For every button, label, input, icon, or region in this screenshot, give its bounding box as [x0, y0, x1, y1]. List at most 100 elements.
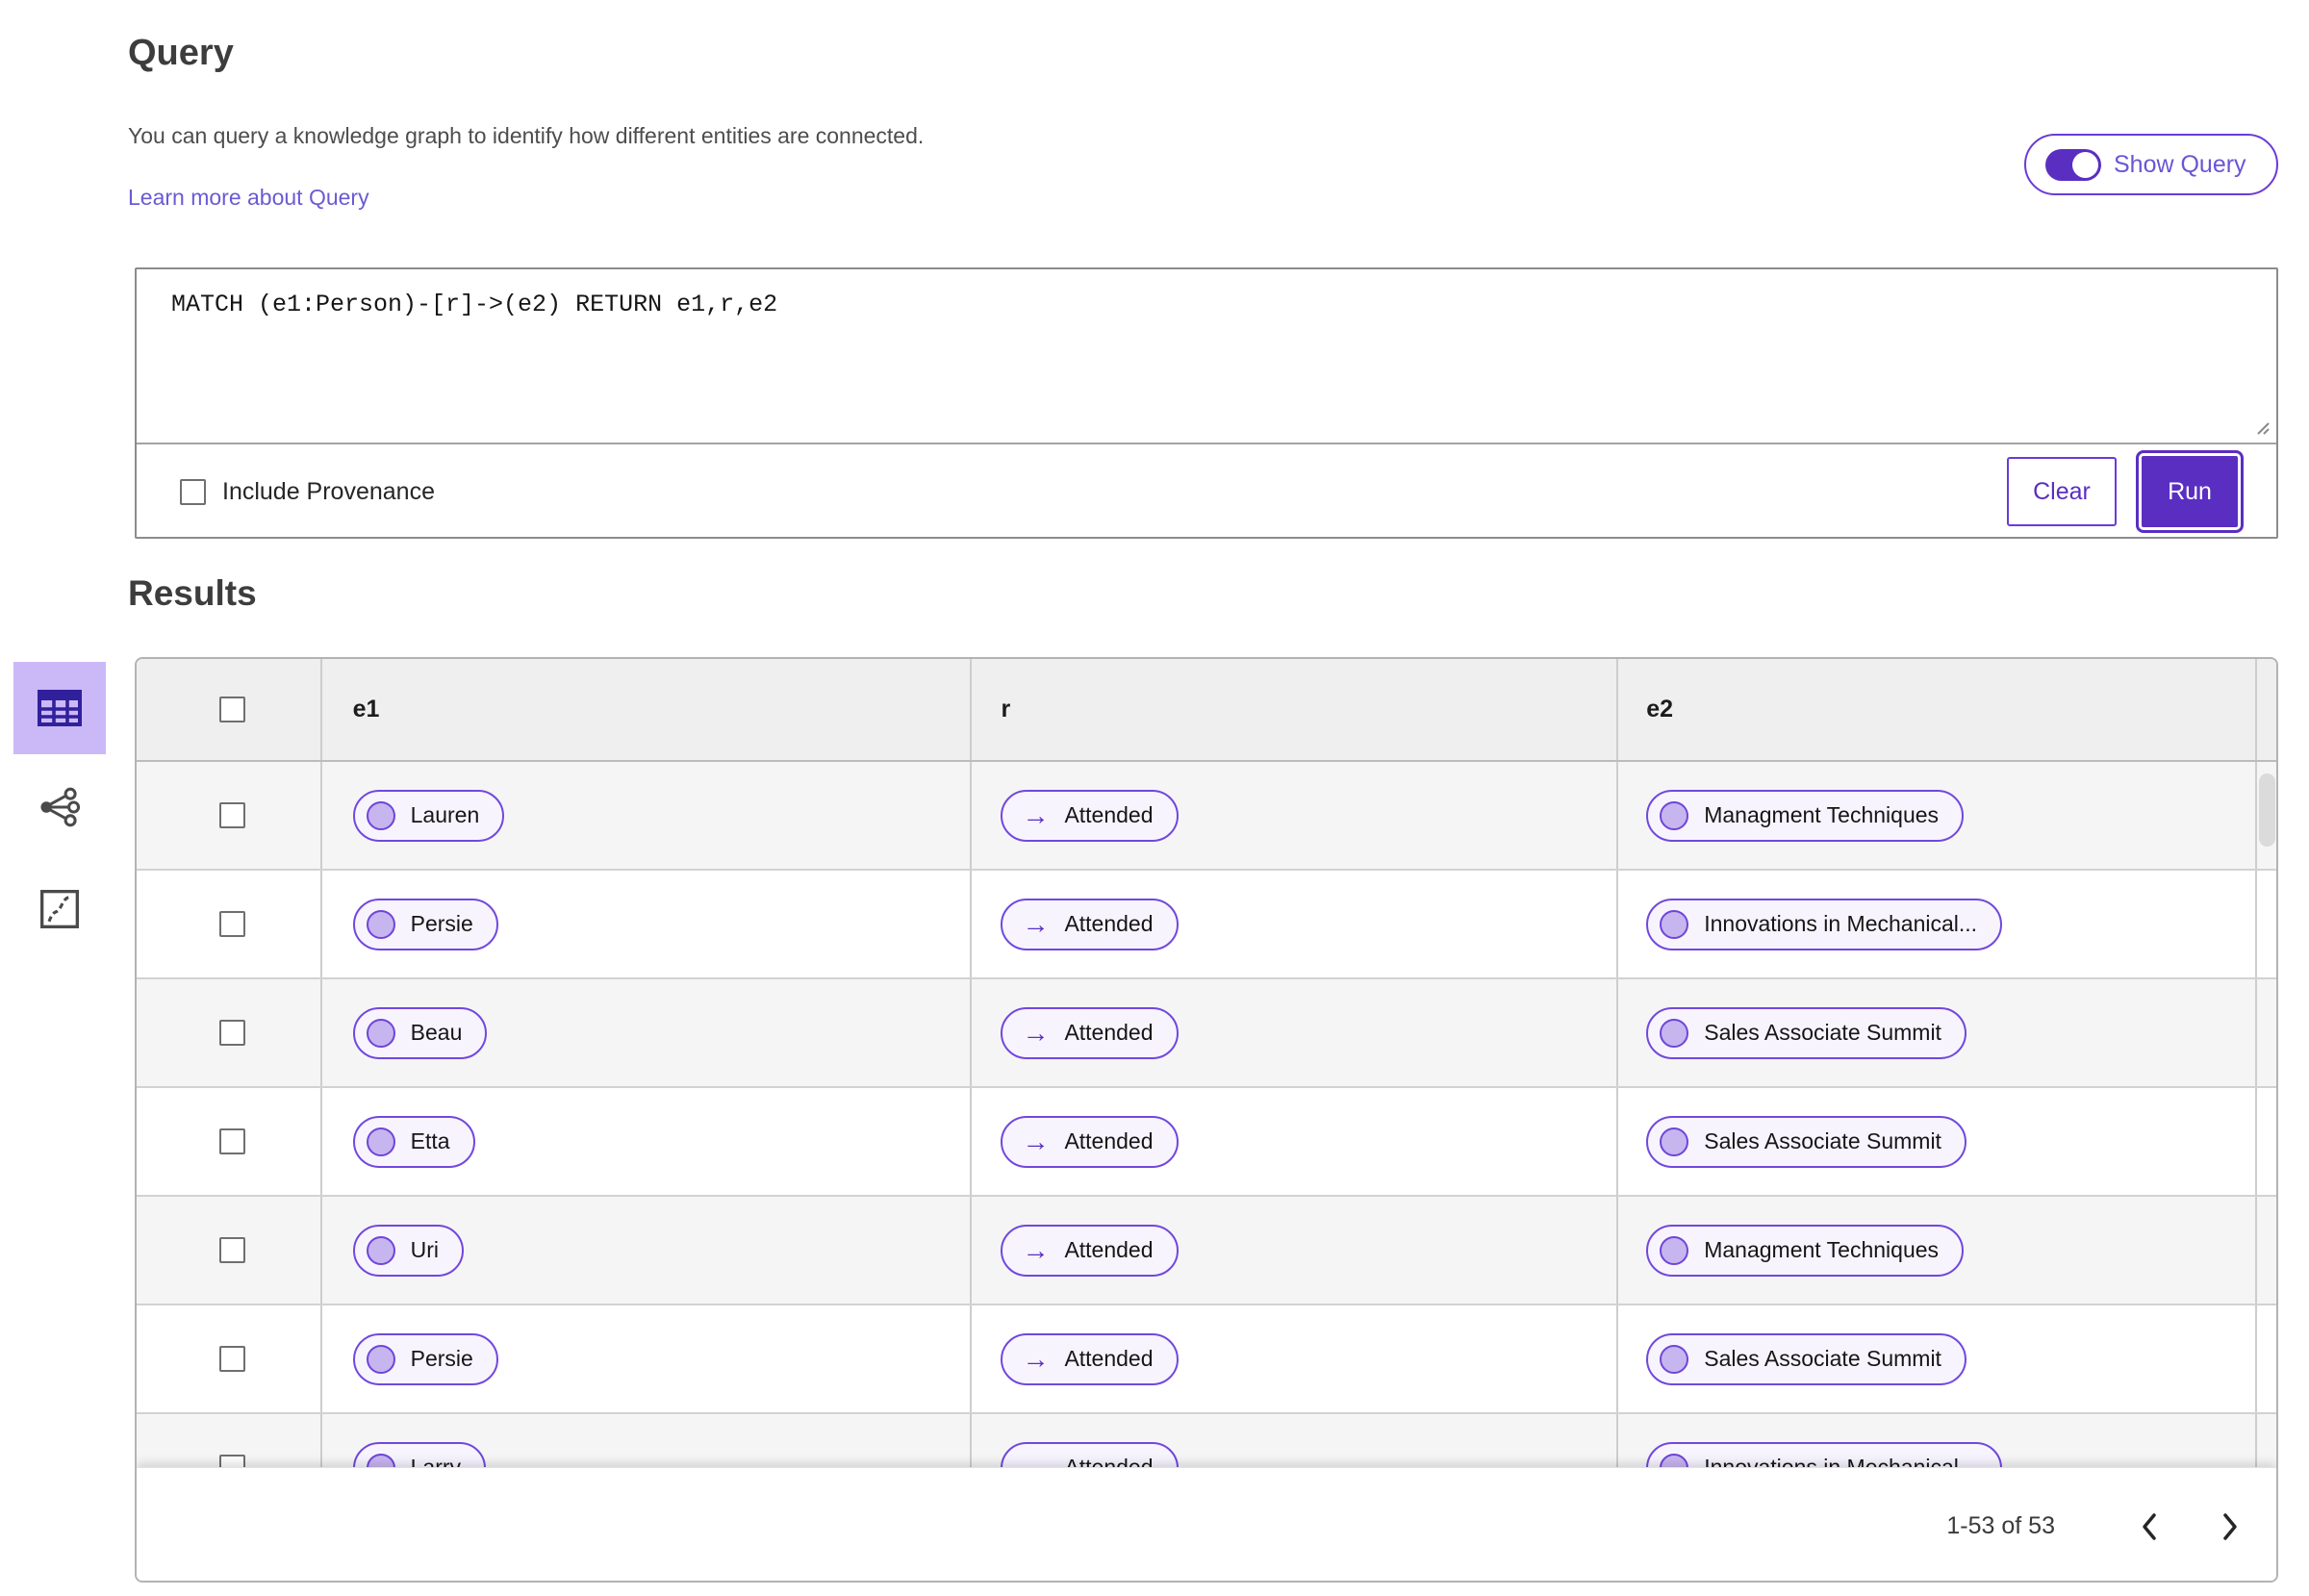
entity-label: Persie [410, 1346, 473, 1371]
entity-label: Managment Techniques [1704, 802, 1940, 827]
row-checkbox[interactable] [219, 1128, 245, 1154]
row-checkbox[interactable] [219, 1346, 245, 1372]
row-checkbox[interactable] [219, 802, 245, 828]
relation-pill[interactable]: → Attended [1001, 1115, 1179, 1168]
entity-pill[interactable]: Beau [352, 1006, 488, 1059]
row-checkbox[interactable] [219, 1020, 245, 1046]
entity-label: Uri [410, 1237, 440, 1262]
relation-arrow-icon: → [1022, 908, 1050, 939]
page-description: You can query a knowledge graph to ident… [128, 123, 925, 148]
relation-label: Attended [1064, 1128, 1154, 1153]
entity-label: Sales Associate Summit [1704, 1128, 1941, 1153]
table-row: Beau → Attended Sales Associate Summit [137, 979, 2276, 1088]
entity-node-icon [366, 800, 395, 830]
query-panel-footer: Include Provenance Clear Run [137, 444, 2276, 539]
entity-pill[interactable]: Sales Associate Summit [1646, 1115, 1966, 1168]
table-body: Lauren → Attended Managment Techniques Pe… [137, 762, 2276, 1467]
entity-label: Innovations in Mechanical... [1704, 911, 1978, 936]
entity-pill[interactable]: Innovations in Mechanical... [1646, 1441, 2003, 1467]
entity-node-icon [1660, 1127, 1689, 1156]
scrollbar-thumb[interactable] [2259, 773, 2275, 847]
results-table: e1 r e2 Lauren → Attended Managment Techn… [135, 657, 2278, 1583]
entity-pill[interactable]: Uri [352, 1224, 465, 1277]
entity-pill[interactable]: Sales Associate Summit [1646, 1332, 1966, 1385]
chevron-right-icon [2223, 1512, 2237, 1540]
table-header-row: e1 r e2 [137, 659, 2276, 762]
entity-label: Sales Associate Summit [1704, 1346, 1941, 1371]
table-row: Larry → Attended Innovations in Mechanica… [137, 1414, 2276, 1467]
relation-arrow-icon: → [1022, 799, 1050, 830]
pagination-range: 1-53 of 53 [1946, 1512, 2055, 1539]
entity-pill[interactable]: Managment Techniques [1646, 1224, 1965, 1277]
show-query-label: Show Query [2114, 150, 2246, 178]
resize-grip-icon[interactable] [2250, 416, 2271, 437]
relation-pill[interactable]: → Attended [1001, 1441, 1179, 1467]
select-all-checkbox[interactable] [219, 697, 245, 722]
relation-pill[interactable]: → Attended [1001, 898, 1179, 950]
entity-label: Managment Techniques [1704, 1237, 1940, 1262]
relation-pill[interactable]: → Attended [1001, 1332, 1179, 1385]
relation-pill[interactable]: → Attended [1001, 1224, 1179, 1277]
table-row: Etta → Attended Sales Associate Summit [137, 1088, 2276, 1197]
relation-label: Attended [1064, 1346, 1154, 1371]
next-page-button[interactable] [2209, 1506, 2251, 1548]
chevron-left-icon [2143, 1512, 2156, 1540]
entity-pill[interactable]: Larry [352, 1441, 487, 1467]
relation-label: Attended [1064, 1020, 1154, 1045]
relation-arrow-icon: → [1022, 1234, 1050, 1265]
relation-arrow-icon: → [1022, 1343, 1050, 1374]
column-header-e1[interactable]: e1 [353, 696, 380, 723]
entity-pill[interactable]: Sales Associate Summit [1646, 1006, 1966, 1059]
row-checkbox[interactable] [219, 1455, 245, 1467]
entity-node-icon [366, 1344, 395, 1374]
run-button[interactable]: Run [2136, 450, 2244, 533]
network-view-button[interactable] [13, 761, 106, 853]
entity-pill[interactable]: Persie [352, 898, 498, 950]
include-provenance-checkbox[interactable] [180, 478, 206, 505]
entity-node-icon [1660, 1344, 1689, 1374]
query-input[interactable]: MATCH (e1:Person)-[r]->(e2) RETURN e1,r,… [171, 291, 2238, 425]
clear-button[interactable]: Clear [2007, 457, 2117, 526]
relation-pill[interactable]: → Attended [1001, 789, 1179, 842]
entity-pill[interactable]: Managment Techniques [1646, 789, 1965, 842]
query-panel: MATCH (e1:Person)-[r]->(e2) RETURN e1,r,… [135, 267, 2278, 539]
previous-page-button[interactable] [2128, 1506, 2170, 1548]
table-view-button[interactable] [13, 662, 106, 754]
column-header-r[interactable]: r [1001, 696, 1010, 723]
entity-node-icon [1660, 1453, 1689, 1467]
entity-pill[interactable]: Innovations in Mechanical... [1646, 898, 2003, 950]
entity-label: Etta [410, 1128, 450, 1153]
include-provenance-label: Include Provenance [222, 477, 435, 505]
entity-node-icon [366, 909, 395, 939]
results-heading: Results [128, 573, 257, 613]
relation-label: Attended [1064, 802, 1154, 827]
entity-pill[interactable]: Lauren [352, 789, 505, 842]
row-checkbox[interactable] [219, 1237, 245, 1263]
show-query-toggle[interactable]: Show Query [2024, 134, 2278, 195]
relation-pill[interactable]: → Attended [1001, 1006, 1179, 1059]
table-row: Persie → Attended Sales Associate Summit [137, 1305, 2276, 1414]
column-header-e2[interactable]: e2 [1646, 696, 1673, 723]
entity-node-icon [1660, 1018, 1689, 1048]
network-view-icon [40, 787, 81, 827]
entity-label: Sales Associate Summit [1704, 1020, 1941, 1045]
row-checkbox[interactable] [219, 911, 245, 937]
entity-label: Persie [410, 911, 473, 936]
relation-arrow-icon: → [1022, 1017, 1050, 1048]
table-footer: 1-53 of 53 [137, 1467, 2276, 1581]
learn-more-link[interactable]: Learn more about Query [128, 185, 369, 211]
relation-label: Attended [1064, 1237, 1154, 1262]
table-row: Uri → Attended Managment Techniques [137, 1197, 2276, 1305]
toggle-switch-icon[interactable] [2045, 148, 2101, 181]
entity-pill[interactable]: Etta [352, 1115, 475, 1168]
entity-pill[interactable]: Persie [352, 1332, 498, 1385]
chart-view-icon [40, 890, 79, 928]
entity-node-icon [366, 1127, 395, 1156]
entity-label: Beau [410, 1020, 463, 1045]
table-row: Lauren → Attended Managment Techniques [137, 762, 2276, 871]
relation-label: Attended [1064, 911, 1154, 936]
entity-node-icon [366, 1018, 395, 1048]
chart-view-button[interactable] [13, 863, 106, 955]
relation-label: Attended [1064, 1455, 1154, 1467]
table-row: Persie → Attended Innovations in Mechanic… [137, 871, 2276, 979]
